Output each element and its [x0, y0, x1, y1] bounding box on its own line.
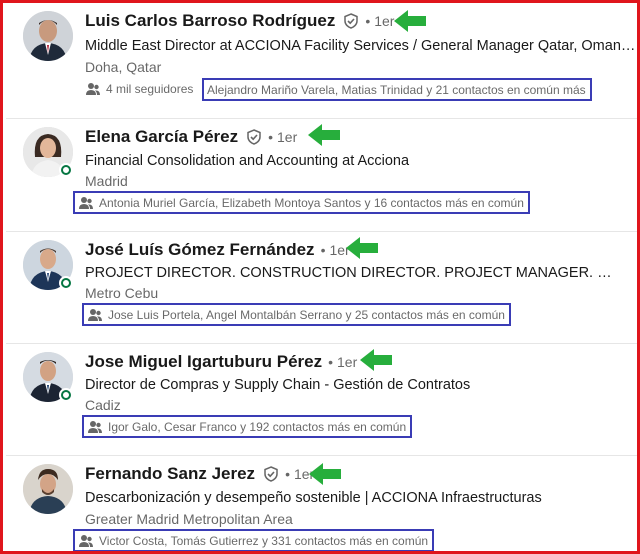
name-line: Fernando Sanz Jerez • 1er — [85, 464, 314, 484]
separator-dot: • — [268, 129, 273, 145]
person-location: Greater Madrid Metropolitan Area — [85, 511, 293, 527]
separator-dot: • — [365, 13, 371, 29]
person-headline: Descarbonización y desempeño sostenible … — [85, 490, 542, 506]
avatar[interactable] — [23, 464, 73, 514]
mutual-connections[interactable]: Victor Costa, Tomás Gutierrez y 331 cont… — [73, 529, 435, 551]
mutual-connections[interactable]: Igor Galo, Cesar Franco y 192 contactos … — [82, 415, 413, 438]
avatar[interactable] — [23, 11, 73, 61]
mutual-connections[interactable]: Alejandro Mariño Varela, Matias Trinidad… — [202, 78, 592, 101]
people-icon — [79, 196, 93, 209]
online-status-indicator — [59, 276, 73, 290]
verified-shield-icon — [264, 466, 278, 482]
person-name[interactable]: José Luís Gómez Fernández — [85, 240, 315, 260]
mutual-names[interactable]: Antonia Muriel García, Elizabeth Montoya… — [99, 196, 361, 210]
followers-line: 4 mil seguidores — [85, 81, 193, 97]
mutual-names[interactable]: Alejandro Mariño Varela, Matias Trinidad — [207, 83, 423, 97]
people-icon — [79, 534, 93, 547]
separator-dot: • — [285, 466, 290, 482]
result-card[interactable]: Jose Miguel Igartuburu Pérez • 1er Direc… — [6, 344, 637, 456]
people-icon — [88, 308, 102, 321]
green-arrow-annotation — [309, 463, 341, 485]
person-headline: Director de Compras y Supply Chain - Ges… — [85, 377, 471, 393]
person-headline: Financial Consolidation and Accounting a… — [85, 153, 410, 169]
name-line: Jose Miguel Igartuburu Pérez • 1er — [85, 352, 357, 372]
separator-dot: • — [328, 354, 334, 370]
person-location: Madrid — [85, 173, 128, 189]
verified-shield-icon — [344, 13, 359, 29]
mutual-rest: y 16 contactos más en común — [364, 195, 524, 210]
result-card[interactable]: Fernando Sanz Jerez • 1er Descarbonizaci… — [6, 456, 637, 551]
followers-count: 4 mil seguidores — [106, 82, 194, 96]
name-line: Luis Carlos Barroso Rodríguez • 1er — [85, 11, 394, 31]
separator-dot: • — [320, 242, 326, 258]
connection-degree: 1er — [277, 129, 298, 145]
person-headline: PROJECT DIRECTOR. CONSTRUCTION DIRECTOR.… — [85, 265, 615, 281]
name-line: José Luís Gómez Fernández • 1er — [85, 240, 350, 260]
mutual-names[interactable]: Igor Galo, Cesar Franco — [108, 420, 237, 434]
mutual-rest: y 192 contactos más en común — [240, 419, 407, 434]
mutual-names[interactable]: Jose Luis Portela, Angel Montalbán Serra… — [108, 308, 342, 322]
person-name[interactable]: Elena García Pérez — [85, 127, 238, 147]
verified-shield-icon — [247, 129, 261, 145]
result-card[interactable]: Luis Carlos Barroso Rodríguez • 1er Midd… — [6, 3, 639, 119]
green-arrow-annotation — [308, 124, 340, 146]
green-arrow-annotation — [360, 349, 392, 371]
person-location: Metro Cebu — [85, 285, 159, 301]
person-name[interactable]: Luis Carlos Barroso Rodríguez — [85, 11, 335, 31]
name-line: Elena García Pérez • 1er — [85, 127, 297, 147]
mutual-rest: y 21 contactos en común más — [426, 82, 586, 97]
connection-degree: 1er — [337, 354, 358, 370]
search-results-frame: Luis Carlos Barroso Rodríguez • 1er Midd… — [0, 0, 640, 554]
green-arrow-annotation — [346, 237, 378, 259]
people-icon — [88, 420, 102, 433]
green-arrow-annotation — [394, 10, 426, 32]
online-status-indicator — [59, 388, 73, 402]
online-status-indicator — [59, 163, 73, 177]
result-card[interactable]: José Luís Gómez Fernández • 1er PROJECT … — [6, 232, 637, 344]
people-icon — [86, 83, 100, 95]
person-name[interactable]: Jose Miguel Igartuburu Pérez — [85, 352, 322, 372]
person-headline: Middle East Director at ACCIONA Facility… — [85, 38, 639, 54]
mutual-connections[interactable]: Jose Luis Portela, Angel Montalbán Serra… — [82, 303, 511, 326]
person-location: Doha, Qatar — [85, 59, 162, 75]
person-location: Cadiz — [85, 397, 121, 413]
mutual-connections[interactable]: Antonia Muriel García, Elizabeth Montoya… — [73, 191, 530, 214]
result-card[interactable]: Elena García Pérez • 1er Financial Conso… — [6, 119, 637, 232]
mutual-names[interactable]: Victor Costa, Tomás Gutierrez — [99, 534, 259, 548]
mutual-rest: y 331 contactos más en común — [261, 533, 429, 548]
person-name[interactable]: Fernando Sanz Jerez — [85, 464, 255, 484]
mutual-rest: y 25 contactos más en común — [345, 307, 505, 322]
